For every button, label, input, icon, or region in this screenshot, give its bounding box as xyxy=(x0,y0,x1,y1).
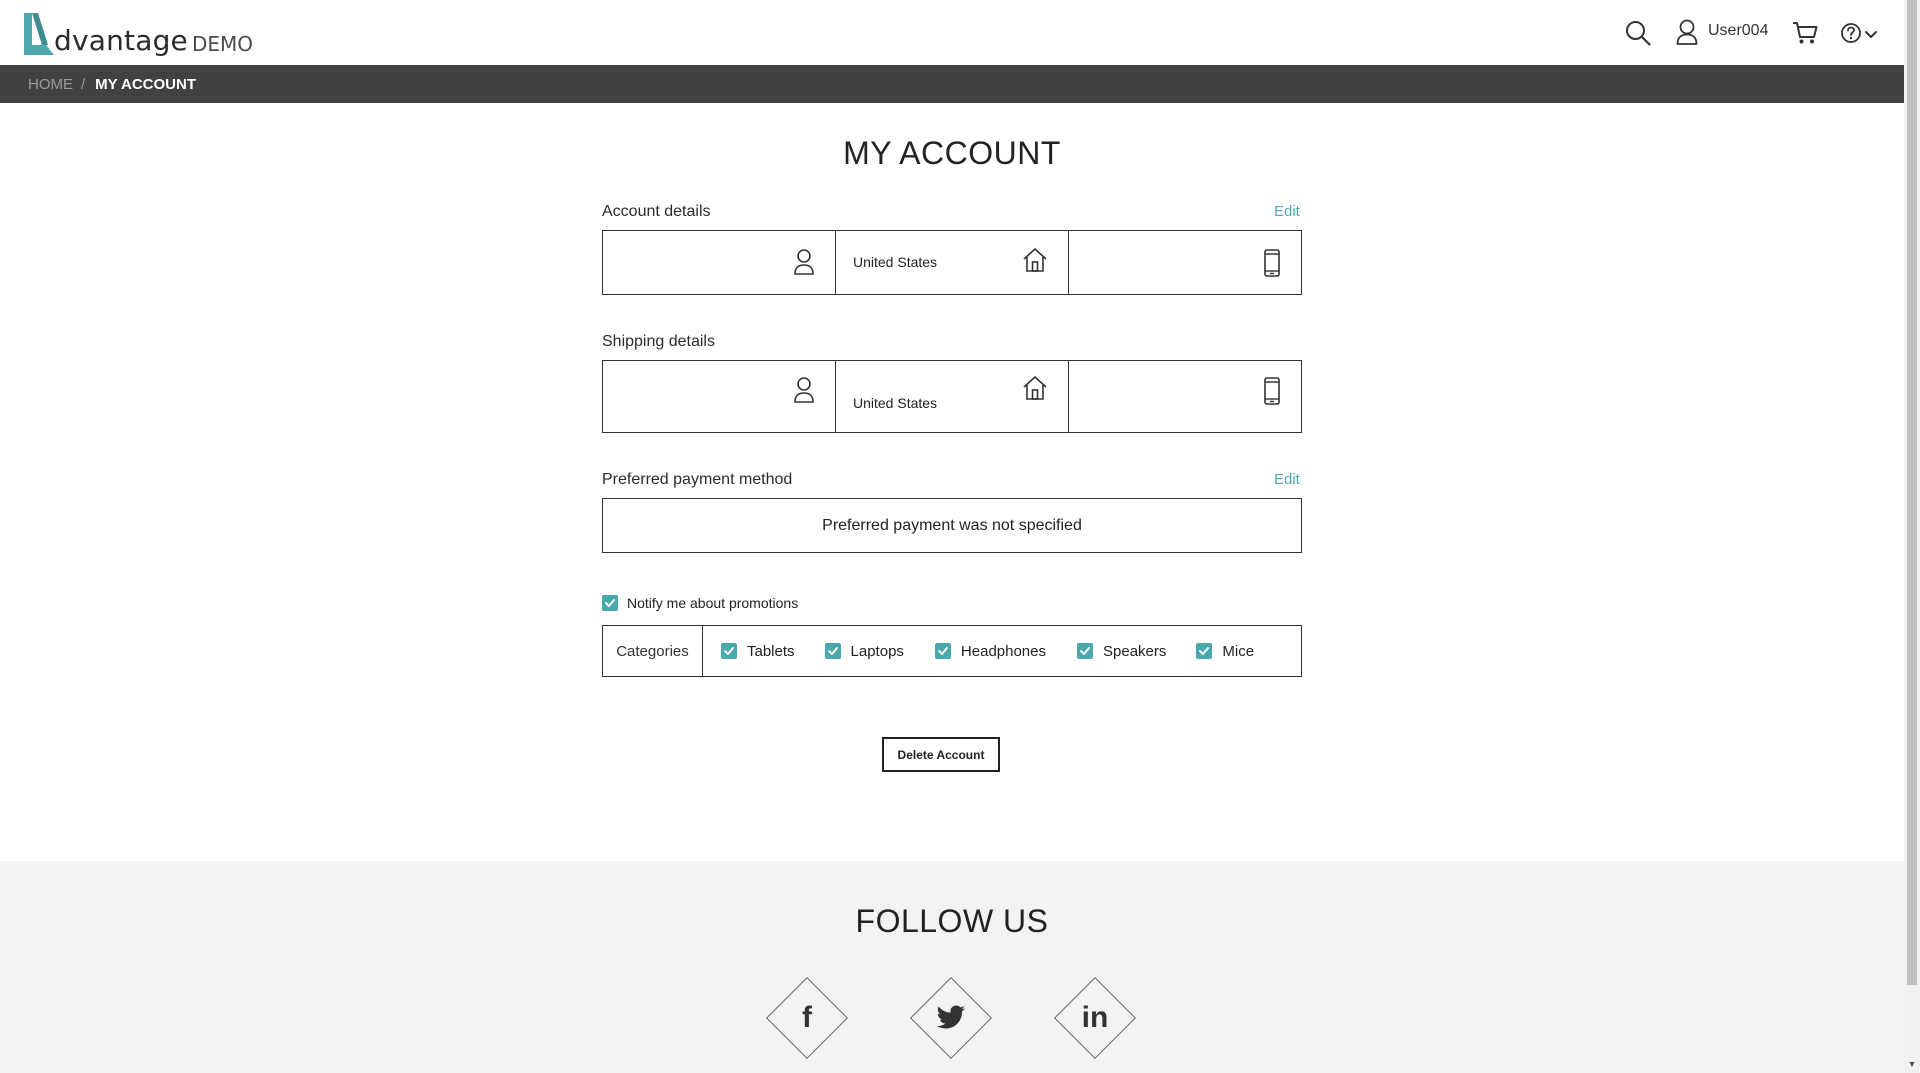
notify-promotions-label[interactable]: Notify me about promotions xyxy=(627,595,798,611)
advantage-logo[interactable]: dvantage DEMO xyxy=(22,9,253,57)
category-checkbox[interactable] xyxy=(1077,643,1093,659)
page: dvantage DEMO User004 HOME / MY ACCOUNT … xyxy=(0,0,1904,1073)
category-checkbox[interactable] xyxy=(721,643,737,659)
user-name-label[interactable]: User004 xyxy=(1708,22,1768,40)
mobile-phone-icon xyxy=(1263,377,1281,410)
category-checkbox[interactable] xyxy=(1196,643,1213,659)
breadcrumb: HOME / MY ACCOUNT xyxy=(0,65,1904,103)
category-label[interactable]: Headphones xyxy=(961,643,1046,660)
category-label[interactable]: Mice xyxy=(1222,643,1254,660)
logo-a-mark xyxy=(24,13,54,55)
breadcrumb-current: MY ACCOUNT xyxy=(95,75,197,93)
vertical-scrollbar[interactable]: ▼ xyxy=(1904,0,1920,1073)
twitter-link[interactable] xyxy=(909,976,993,1060)
category-speakers[interactable]: Speakers xyxy=(1077,643,1166,660)
category-label[interactable]: Tablets xyxy=(747,643,795,660)
category-label[interactable]: Laptops xyxy=(851,643,904,660)
category-tablets[interactable]: Tablets xyxy=(721,643,795,660)
facebook-link[interactable]: f xyxy=(765,976,849,1060)
cart-icon[interactable] xyxy=(1792,21,1818,50)
breadcrumb-separator: / xyxy=(81,75,86,93)
follow-us-title: FOLLOW US xyxy=(855,903,1049,939)
shipping-details-box: United States xyxy=(602,360,1302,433)
payment-status-text: Preferred payment was not specified xyxy=(822,516,1082,534)
breadcrumb-home-link[interactable]: HOME xyxy=(28,76,73,93)
account-country-value: United States xyxy=(853,254,938,270)
shipping-details-heading: Shipping details xyxy=(602,333,715,350)
shipping-name-cell xyxy=(603,361,836,432)
linkedin-icon: in xyxy=(1081,1001,1109,1034)
facebook-icon: f xyxy=(802,1001,812,1034)
twitter-icon xyxy=(922,989,980,1047)
payment-method-edit-link[interactable]: Edit xyxy=(1274,471,1300,488)
delete-account-button[interactable]: Delete Account xyxy=(882,737,1000,772)
payment-method-heading: Preferred payment method xyxy=(602,471,793,488)
chevron-down-icon[interactable] xyxy=(1864,27,1878,45)
top-header: dvantage DEMO User004 xyxy=(0,0,1904,65)
shipping-address-cell: United States xyxy=(836,361,1069,432)
scroll-down-arrow-icon[interactable]: ▼ xyxy=(1907,1058,1917,1070)
category-mice[interactable]: Mice xyxy=(1196,643,1254,660)
user-icon[interactable] xyxy=(1676,19,1698,50)
account-details-heading: Account details xyxy=(602,203,711,220)
home-icon xyxy=(1022,247,1048,278)
payment-method-box: Preferred payment was not specified xyxy=(602,498,1302,553)
notify-promotions-checkbox[interactable] xyxy=(602,595,618,611)
categories-label: Categories xyxy=(603,626,703,676)
category-headphones[interactable]: Headphones xyxy=(934,643,1046,660)
mobile-phone-icon xyxy=(1263,249,1281,282)
footer: FOLLOW US f in xyxy=(0,861,1904,1073)
logo-demo-text: DEMO xyxy=(192,32,254,56)
home-icon xyxy=(1022,375,1048,406)
notify-promotions-row: Notify me about promotions xyxy=(602,595,798,611)
shipping-phone-cell xyxy=(1069,361,1301,432)
category-checkbox[interactable] xyxy=(824,643,841,659)
account-name-cell xyxy=(603,231,836,294)
person-icon xyxy=(793,248,815,281)
person-icon xyxy=(793,376,815,409)
account-details-edit-link[interactable]: Edit xyxy=(1274,203,1300,220)
shipping-country-value: United States xyxy=(853,395,938,411)
account-address-cell: United States xyxy=(836,231,1069,294)
search-icon[interactable] xyxy=(1625,20,1651,51)
page-title: MY ACCOUNT xyxy=(843,135,1061,171)
help-icon[interactable] xyxy=(1840,22,1862,49)
category-checkbox[interactable] xyxy=(934,643,951,659)
scrollbar-thumb[interactable] xyxy=(1907,0,1917,985)
linkedin-link[interactable]: in xyxy=(1053,976,1137,1060)
account-details-box: United States xyxy=(602,230,1302,295)
category-laptops[interactable]: Laptops xyxy=(824,643,904,660)
promotion-categories-box: Categories Tablets Laptops Headphones Sp… xyxy=(602,625,1302,677)
account-phone-cell xyxy=(1069,231,1301,294)
category-label[interactable]: Speakers xyxy=(1103,643,1166,660)
logo-word: dvantage xyxy=(54,24,188,57)
